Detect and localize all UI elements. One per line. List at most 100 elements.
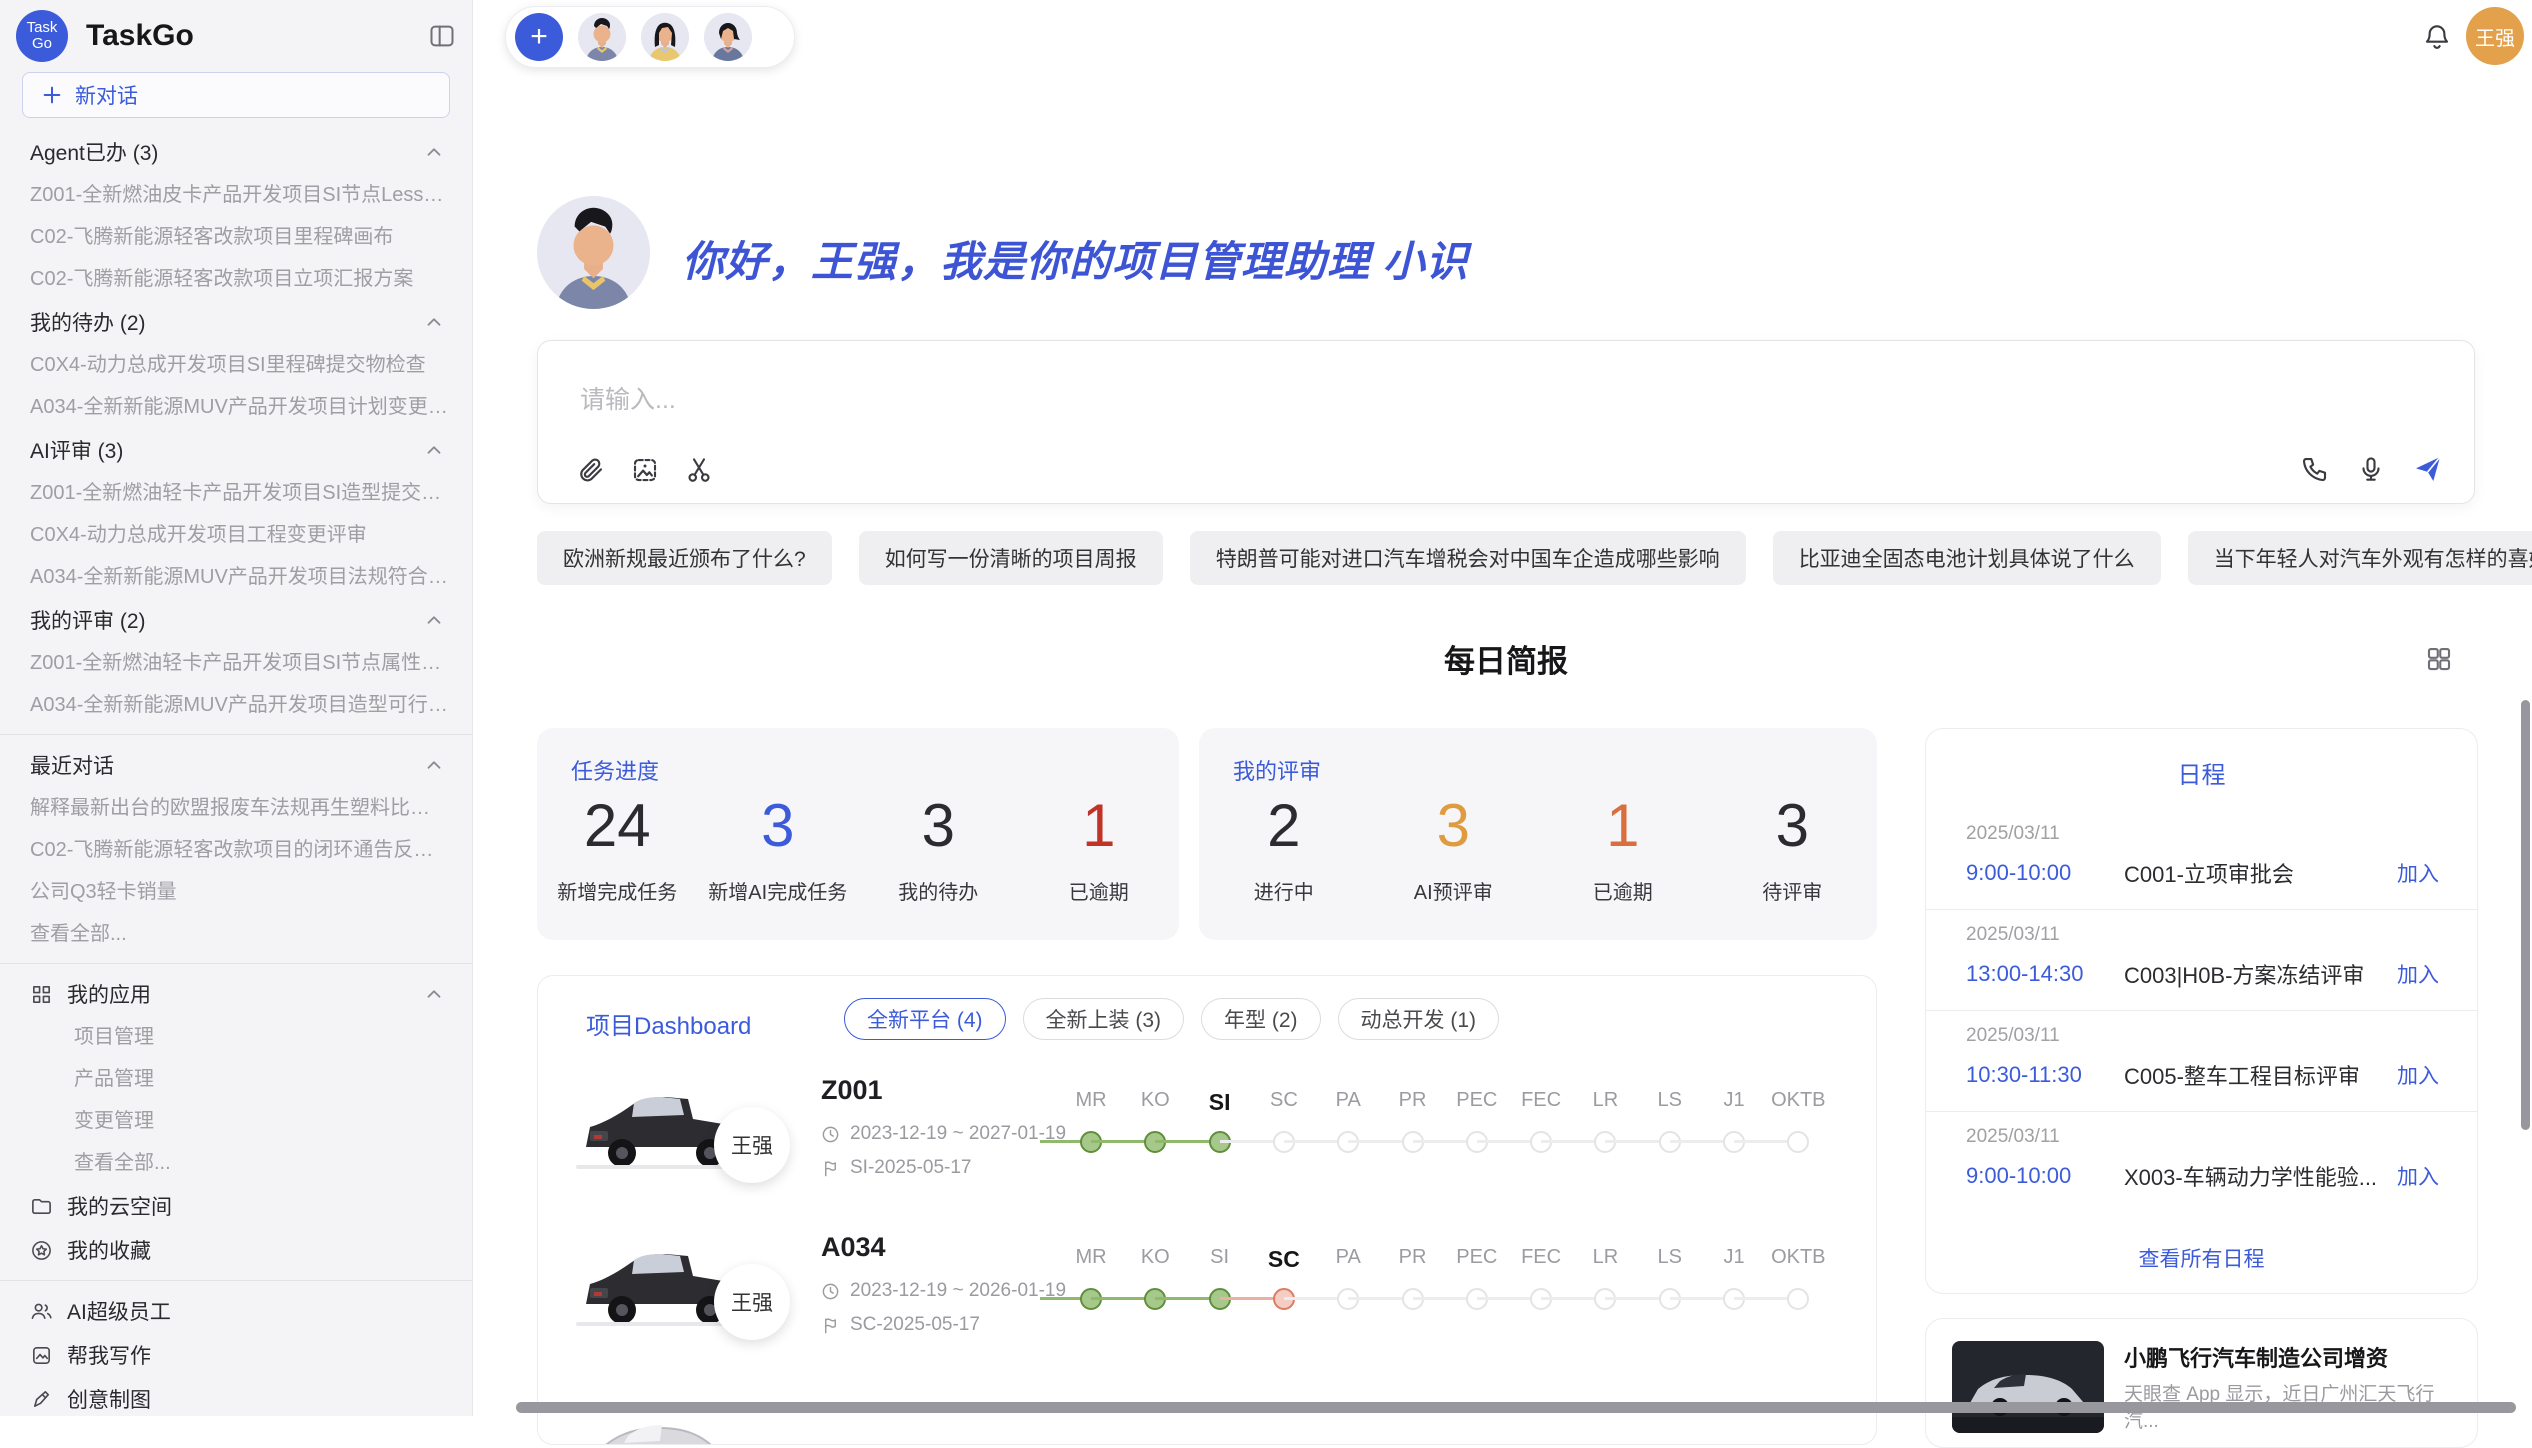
project-milestones: MRKOSISCPAPRPECFECLRLSJ1OKTB	[1058, 1071, 1858, 1221]
sidebar-task-item[interactable]: C0X4-动力总成开发项目SI里程碑提交物检查	[0, 344, 473, 386]
vertical-scrollbar[interactable]	[2521, 700, 2530, 1130]
join-link[interactable]: 加入	[2397, 1060, 2439, 1090]
plus-icon	[41, 84, 63, 106]
daily-brief-title: 每日简报	[537, 636, 2475, 681]
sidebar-recent-item[interactable]: 查看全部...	[0, 913, 473, 955]
project-row[interactable]: 王强A0342023-12-19 ~ 2026-01-19SC-2025-05-…	[538, 1228, 1876, 1380]
phone-icon[interactable]	[2300, 453, 2330, 485]
image-icon[interactable]	[630, 455, 660, 485]
stat: 24新增完成任务	[537, 794, 698, 940]
milestone-label: MR	[1075, 1089, 1106, 1112]
bell-icon[interactable]	[2420, 20, 2454, 54]
join-link[interactable]: 加入	[2397, 858, 2439, 888]
milestone-label: SI	[1210, 1246, 1229, 1269]
suggestion-chip[interactable]: 当下年轻人对汽车外观有怎样的喜好趋势	[2188, 531, 2532, 585]
sidebar-app-item[interactable]: 变更管理	[0, 1100, 473, 1142]
sidebar-app-item[interactable]: 产品管理	[0, 1058, 473, 1100]
schedule-item: 2025/03/119:00-10:00C001-立项审批会加入	[1926, 809, 2477, 910]
schedule-row: 9:00-10:00C001-立项审批会加入	[1966, 857, 2439, 889]
sidebar-task-item[interactable]: Z001-全新燃油轻卡产品开发项目SI造型提交物评审	[0, 472, 473, 514]
add-contact-button[interactable]: +	[515, 13, 563, 61]
schedule-meeting-title: C005-整车工程目标评审	[2124, 1059, 2397, 1091]
mic-icon[interactable]	[2356, 453, 2386, 485]
dashboard-tab-3[interactable]: 动总开发 (1)	[1338, 998, 1500, 1040]
milestone-dot[interactable]	[1787, 1288, 1809, 1310]
chevron-up-icon[interactable]	[423, 754, 445, 776]
sidebar-item-tool-2[interactable]: 创意制图	[0, 1377, 473, 1421]
sidebar-recent-item[interactable]: C02-飞腾新能源轻客改款项目的闭环通告反馈情况	[0, 829, 473, 871]
sidebar-item-link-0[interactable]: 我的云空间	[0, 1184, 473, 1228]
sidebar-task-item[interactable]: Z001-全新燃油轻卡产品开发项目SI节点属性5D文件评审	[0, 642, 473, 684]
dashboard-tab-1[interactable]: 全新上装 (3)	[1023, 998, 1185, 1040]
sidebar-section-recent[interactable]: 最近对话	[0, 743, 473, 787]
schedule-title: 日程	[1926, 755, 2477, 790]
sidebar-section-3[interactable]: 我的评审 (2)	[0, 598, 473, 642]
sidebar-recent-item[interactable]: 解释最新出台的欧盟报废车法规再生塑料比例被调至15%...	[0, 787, 473, 829]
chevron-up-icon[interactable]	[423, 141, 445, 163]
suggestion-chip[interactable]: 比亚迪全固态电池计划具体说了什么	[1773, 531, 2161, 585]
grid-icon[interactable]	[2424, 644, 2454, 674]
sidebar-section-0[interactable]: Agent已办 (3)	[0, 130, 473, 174]
chevron-up-icon[interactable]	[423, 311, 445, 333]
suggestion-chip[interactable]: 如何写一份清晰的项目周报	[859, 531, 1163, 585]
pen-icon	[30, 1388, 53, 1411]
milestone-dot[interactable]	[1787, 1131, 1809, 1153]
stat-value: 2	[1267, 794, 1300, 858]
stat-value: 3	[761, 794, 794, 858]
sidebar-collapse-icon[interactable]	[428, 22, 456, 50]
chat-input[interactable]	[578, 385, 1982, 416]
stat-card-title: 我的评审	[1233, 754, 1321, 786]
sidebar-task-item[interactable]: A034-全新新能源MUV产品开发项目计划变更表编写	[0, 386, 473, 428]
news-card[interactable]: 小鹏飞行汽车制造公司增资 天眼查 App 显示，近日广州汇天飞行汽...	[1925, 1318, 2478, 1448]
dashboard-tab-2[interactable]: 年型 (2)	[1201, 998, 1321, 1040]
stat: 3AI预评审	[1369, 794, 1539, 940]
user-avatar[interactable]: 王强	[2466, 7, 2524, 65]
tool-label: AI超级员工	[67, 1296, 445, 1326]
sidebar-recent-item[interactable]: 公司Q3轻卡销量	[0, 871, 473, 913]
join-link[interactable]: 加入	[2397, 959, 2439, 989]
project-dates: 2023-12-19 ~ 2026-01-19	[821, 1280, 1066, 1302]
sidebar-app-item[interactable]: 项目管理	[0, 1016, 473, 1058]
join-link[interactable]: 加入	[2397, 1161, 2439, 1191]
horizontal-scrollbar[interactable]	[516, 1402, 2516, 1413]
avatar-contact-3[interactable]	[704, 13, 752, 61]
suggestion-chip[interactable]: 特朗普可能对进口汽车增税会对中国车企造成哪些影响	[1190, 531, 1746, 585]
scissors-icon[interactable]	[684, 455, 714, 485]
chevron-up-icon[interactable]	[423, 609, 445, 631]
sidebar-task-item[interactable]: Z001-全新燃油皮卡产品开发项目SI节点Lesson Learn报告	[0, 174, 473, 216]
avatar-contact-2[interactable]	[641, 13, 689, 61]
milestone-label: J1	[1723, 1246, 1744, 1269]
sidebar-item-link-1[interactable]: 我的收藏	[0, 1228, 473, 1272]
avatar-contact-1[interactable]	[578, 13, 626, 61]
sidebar-item-tool-1[interactable]: 帮我写作	[0, 1333, 473, 1377]
suggestion-chip[interactable]: 欧洲新规最近颁布了什么?	[537, 531, 832, 585]
sidebar-item-tool-0[interactable]: AI超级员工	[0, 1289, 473, 1333]
paperclip-icon[interactable]	[576, 455, 606, 485]
project-dates: 2023-12-19 ~ 2027-01-19	[821, 1123, 1066, 1145]
send-icon[interactable]	[2412, 453, 2444, 485]
view-all-schedule-link[interactable]: 查看所有日程	[1926, 1243, 2477, 1273]
sidebar-section-1[interactable]: 我的待办 (2)	[0, 300, 473, 344]
sidebar-task-item[interactable]: A034-全新新能源MUV产品开发项目法规符合性评审	[0, 556, 473, 598]
chevron-up-icon[interactable]	[423, 439, 445, 461]
schedule-row: 9:00-10:00X003-车辆动力学性能验...加入	[1966, 1160, 2439, 1192]
sidebar: Task Go TaskGo 新对话 Agent已办 (3)Z001-全新燃油皮…	[0, 0, 473, 1416]
sidebar-item-my-apps[interactable]: 我的应用	[0, 972, 473, 1016]
dashboard-tab-0[interactable]: 全新平台 (4)	[844, 998, 1006, 1040]
sidebar-task-item[interactable]: C02-飞腾新能源轻客改款项目立项汇报方案	[0, 258, 473, 300]
app-logo[interactable]: Task Go	[16, 10, 68, 62]
users-icon	[30, 1300, 53, 1323]
project-dates-text: 2023-12-19 ~ 2026-01-19	[850, 1280, 1066, 1302]
sidebar-section-2[interactable]: AI评审 (3)	[0, 428, 473, 472]
sidebar-app-item[interactable]: 查看全部...	[0, 1142, 473, 1184]
news-title: 小鹏飞行汽车制造公司增资	[2124, 1341, 2454, 1373]
chevron-up-icon[interactable]	[423, 983, 445, 1005]
milestone-label: LR	[1593, 1089, 1619, 1112]
project-dashboard-card: 项目Dashboard 全新平台 (4)全新上装 (3)年型 (2)动总开发 (…	[537, 975, 1877, 1445]
new-chat-button[interactable]: 新对话	[22, 72, 450, 118]
project-row[interactable]: 王强Z0012023-12-19 ~ 2027-01-19SI-2025-05-…	[538, 1071, 1876, 1223]
stat-label: 新增AI完成任务	[708, 876, 847, 905]
sidebar-task-item[interactable]: C02-飞腾新能源轻客改款项目里程碑画布	[0, 216, 473, 258]
sidebar-task-item[interactable]: A034-全新新能源MUV产品开发项目造型可行性评审	[0, 684, 473, 726]
sidebar-task-item[interactable]: C0X4-动力总成开发项目工程变更评审	[0, 514, 473, 556]
